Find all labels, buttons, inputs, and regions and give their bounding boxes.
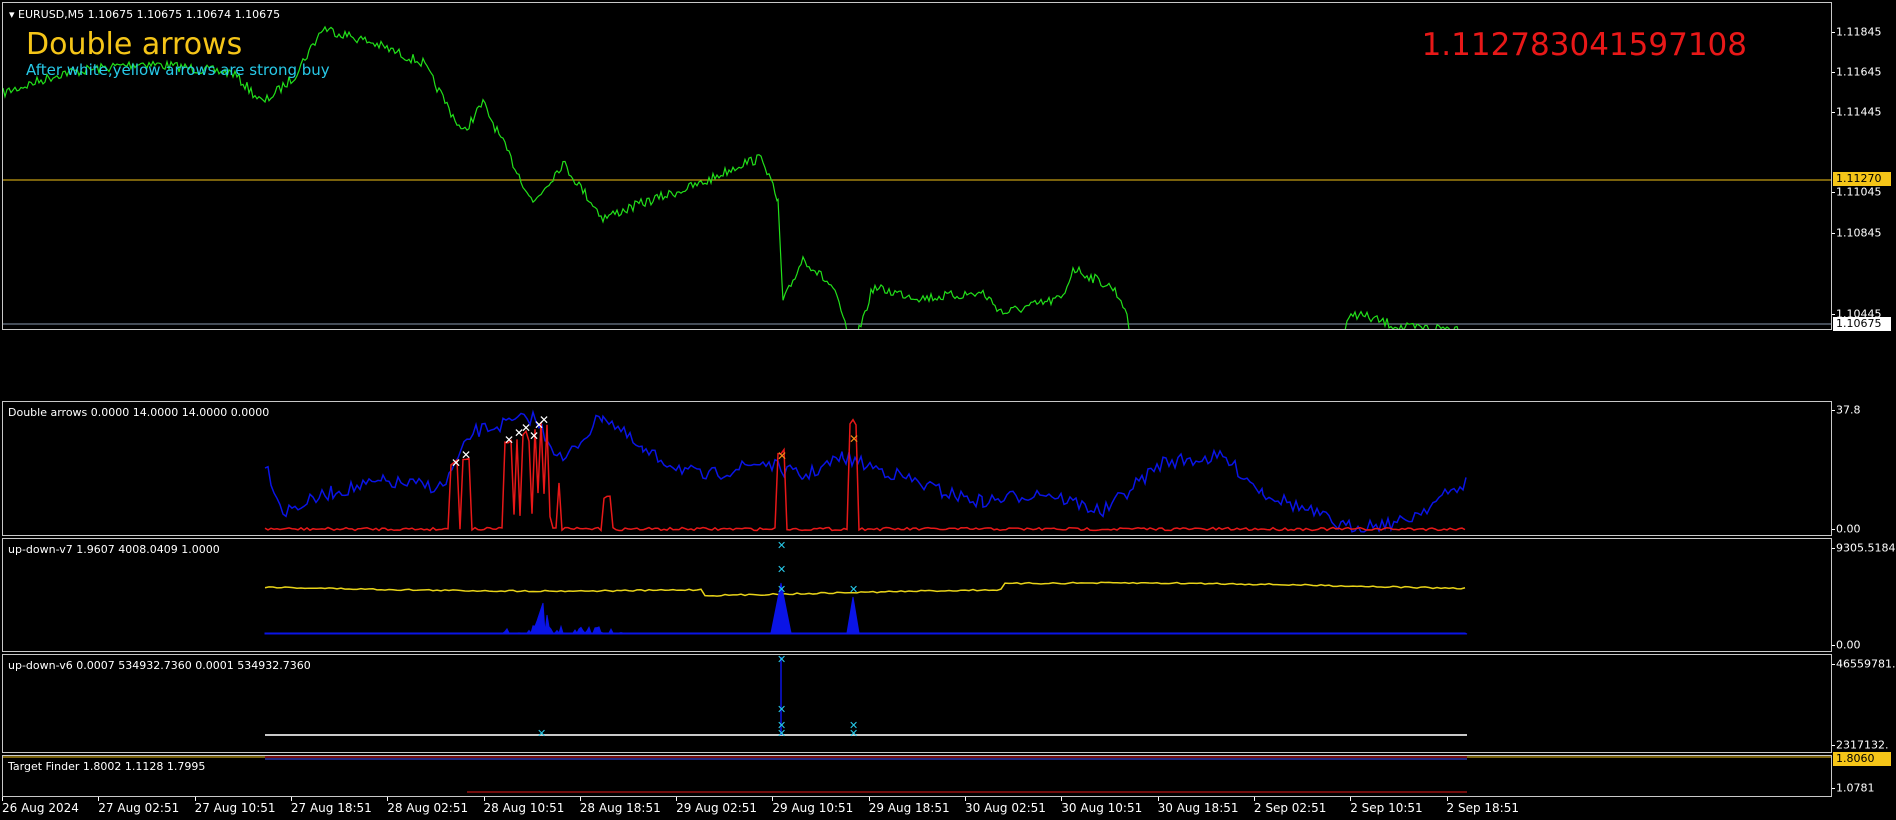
cyan-arrow-marker: ✕	[849, 583, 858, 596]
up-down-v7-chart: ✕ ✕ ✕ ✕	[264, 539, 1468, 635]
panel-label: Double arrows 0.0000 14.0000 14.0000 0.0…	[8, 406, 270, 419]
target-finder-tag[interactable]: 1.8060	[1833, 752, 1891, 766]
indicator-title: Double arrows	[26, 27, 243, 62]
time-label: 29 Aug 02:51	[676, 801, 758, 815]
cyan-arrow-marker: ✕	[777, 727, 786, 740]
triangle-down-icon[interactable]: ▾	[9, 8, 15, 21]
price-axis[interactable]: 1.11845 1.11645 1.11445 1.11045 1.10845 …	[1832, 2, 1896, 330]
cyan-arrow-marker: ✕	[777, 563, 786, 576]
up-down-v6-panel[interactable]: ✕ ✕ ✕ ✕ ✕ ✕ ✕ up-down-v6 0.0007 534932.7360 0.…	[2, 654, 1832, 753]
orange-arrow-marker: ✕	[849, 432, 859, 446]
double-arrows-chart: ✕✕✕ ✕✕✕✕✕✕✕	[264, 409, 1467, 534]
target-finder-chart	[3, 756, 1831, 793]
time-label: 30 Aug 18:51	[1157, 801, 1239, 815]
time-label: 2 Sep 02:51	[1253, 801, 1327, 815]
cyan-arrow-marker: ✕	[537, 727, 546, 740]
time-label: 29 Aug 18:51	[868, 801, 950, 815]
time-label: 29 Aug 10:51	[772, 801, 854, 815]
up-down-v7-panel[interactable]: ✕ ✕ ✕ ✕ up-down-v7 1.9607 4008.0409 1.0000	[2, 538, 1832, 652]
blue-histogram	[264, 582, 1468, 635]
time-label: 30 Aug 10:51	[1061, 801, 1143, 815]
time-label: 28 Aug 10:51	[483, 801, 565, 815]
symbol-bar: ▾ EURUSD,M5 1.10675 1.10675 1.10674 1.10…	[9, 8, 280, 21]
time-label: 27 Aug 10:51	[194, 801, 276, 815]
panel-label: up-down-v6 0.0007 534932.7360 0.0001 534…	[8, 659, 311, 672]
double-arrows-axis[interactable]: 37.8 0.00	[1832, 401, 1896, 536]
time-label: 28 Aug 18:51	[579, 801, 661, 815]
up-down-v7-axis[interactable]: 9305.5184 0.00	[1832, 538, 1896, 652]
current-price-tag[interactable]: 1.10675	[1833, 317, 1891, 331]
indicator-subtitle: After white,yellow arrows are strong buy	[26, 61, 330, 79]
time-label: 27 Aug 02:51	[98, 801, 180, 815]
symbol-quote: EURUSD,M5 1.10675 1.10675 1.10674 1.1067…	[18, 8, 281, 21]
cyan-arrow-marker: ✕	[849, 727, 858, 740]
orange-arrow-marker: ✕	[777, 449, 787, 463]
cyan-arrow-marker: ✕	[777, 583, 786, 596]
blue-series	[264, 409, 1467, 534]
time-label: 30 Aug 02:51	[965, 801, 1046, 815]
white-arrow-marker: ✕	[504, 433, 514, 447]
white-arrow-marker: ✕	[451, 456, 461, 470]
time-label: 2 Sep 18:51	[1446, 801, 1519, 815]
white-arrow-marker: ✕	[461, 448, 471, 462]
red-series	[264, 418, 1466, 533]
main-chart-panel[interactable]: ▾ EURUSD,M5 1.10675 1.10675 1.10674 1.10…	[2, 2, 1832, 330]
double-arrows-panel[interactable]: ✕ ✕ ✕ ✕ ✕ ✕ ✕ ✕ ✕ ✕ Double arrows 0.0000 14.0000 …	[2, 401, 1832, 536]
panel-label: up-down-v7 1.9607 4008.0409 1.0000	[8, 543, 220, 556]
level-line-tag[interactable]: 1.11270	[1833, 172, 1891, 186]
cyan-arrow-marker: ✕	[777, 655, 786, 666]
time-label: 27 Aug 18:51	[290, 801, 372, 815]
time-axis[interactable]: 26 Aug 2024 27 Aug 02:51 27 Aug 10:51 27 Au…	[0, 797, 1896, 820]
white-arrow-marker: ✕	[539, 413, 549, 427]
time-label: 28 Aug 02:51	[387, 801, 469, 815]
time-label: 26 Aug 2024	[2, 801, 79, 815]
time-label: 2 Sep 10:51	[1350, 801, 1423, 815]
target-finder-panel[interactable]: Target Finder 1.8002 1.1128 1.7995	[2, 755, 1832, 797]
indicator-value: 1.112783041597108	[1421, 27, 1747, 63]
up-down-v6-axis[interactable]: 46559781. 2317132.	[1832, 654, 1896, 753]
cyan-arrow-marker: ✕	[777, 539, 786, 552]
panel-label: Target Finder 1.8002 1.1128 1.7995	[8, 760, 206, 773]
cyan-arrow-marker: ✕	[777, 703, 786, 716]
yellow-series	[264, 581, 1466, 597]
